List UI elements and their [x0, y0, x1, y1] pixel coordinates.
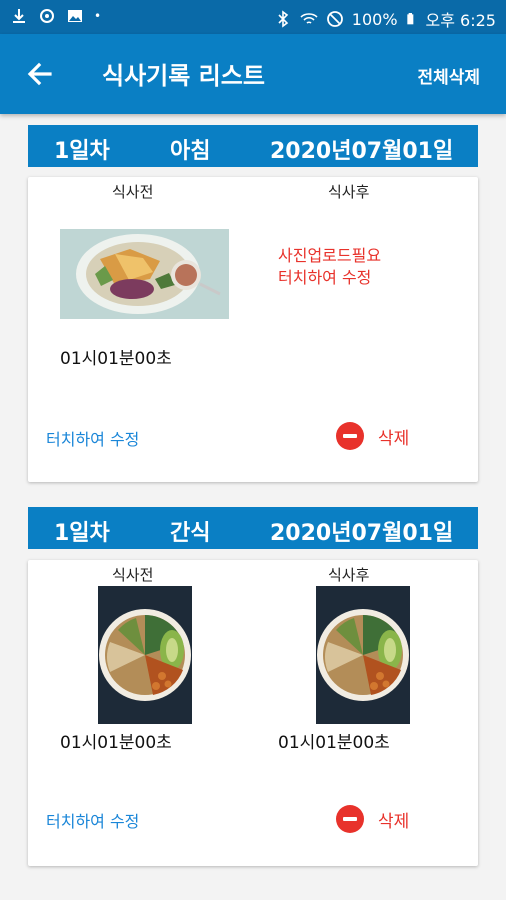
notice-line-1: 사진업로드필요	[278, 246, 382, 265]
remove-icon	[336, 805, 364, 833]
entry-day: 1일차	[54, 139, 110, 164]
photo-upload-required-notice[interactable]: 사진업로드필요 터치하여 수정	[278, 245, 381, 289]
entry-meal: 아침	[170, 139, 211, 164]
battery-icon	[406, 13, 413, 25]
delete-button[interactable]: 삭제	[336, 805, 409, 833]
status-bar: • 100% 오후 6:25	[0, 0, 506, 34]
delete-all-button[interactable]: 전체삭제	[417, 63, 480, 88]
delete-label: 삭제	[378, 811, 410, 832]
entry-date: 2020년07월01일	[270, 139, 454, 164]
battery-percent: 100%	[351, 9, 398, 29]
back-arrow-icon[interactable]	[24, 58, 56, 90]
app-bar: 식사기록 리스트 전체삭제	[0, 34, 506, 114]
before-meal-photo[interactable]	[98, 586, 192, 724]
entry-day: 1일차	[54, 521, 110, 546]
delete-label: 삭제	[378, 428, 410, 449]
before-meal-photo[interactable]	[60, 229, 229, 319]
page-title: 식사기록 리스트	[102, 62, 265, 90]
entry-header: 1일차 아침 2020년07월01일	[28, 125, 478, 167]
edit-link[interactable]: 터치하여 수정	[46, 426, 139, 450]
download-icon	[13, 9, 25, 23]
after-meal-photo[interactable]	[316, 586, 410, 724]
before-meal-time: 01시01분00초	[60, 349, 172, 369]
remove-icon	[336, 422, 364, 450]
before-meal-time: 01시01분00초	[60, 733, 172, 753]
do-not-disturb-icon	[326, 11, 343, 27]
delete-button[interactable]: 삭제	[336, 422, 409, 450]
after-meal-time: 01시01분00초	[278, 733, 390, 753]
sync-icon	[40, 9, 54, 23]
before-meal-label: 식사전	[112, 566, 154, 584]
meal-card[interactable]: 식사전 식사후 사진업로드필요 터치하여 수정 01시01분00초 터치하여 수…	[28, 177, 478, 482]
entry-header: 1일차 간식 2020년07월01일	[28, 507, 478, 549]
edit-link[interactable]: 터치하여 수정	[46, 808, 139, 832]
bluetooth-icon	[278, 10, 288, 28]
wifi-icon	[300, 13, 318, 24]
after-meal-label: 식사후	[328, 566, 370, 584]
gallery-icon	[68, 10, 82, 22]
after-meal-label: 식사후	[328, 183, 370, 201]
entry-date: 2020년07월01일	[270, 521, 454, 546]
meal-card[interactable]: 식사전 식사후 01시01분00초 01시01분00초 터치하여 수정 삭제	[28, 560, 478, 866]
notice-line-2: 터치하여 수정	[278, 268, 372, 287]
clock: 오후 6:25	[425, 11, 496, 30]
dot-icon: •	[94, 9, 102, 23]
before-meal-label: 식사전	[112, 183, 154, 201]
entry-meal: 간식	[170, 521, 211, 546]
